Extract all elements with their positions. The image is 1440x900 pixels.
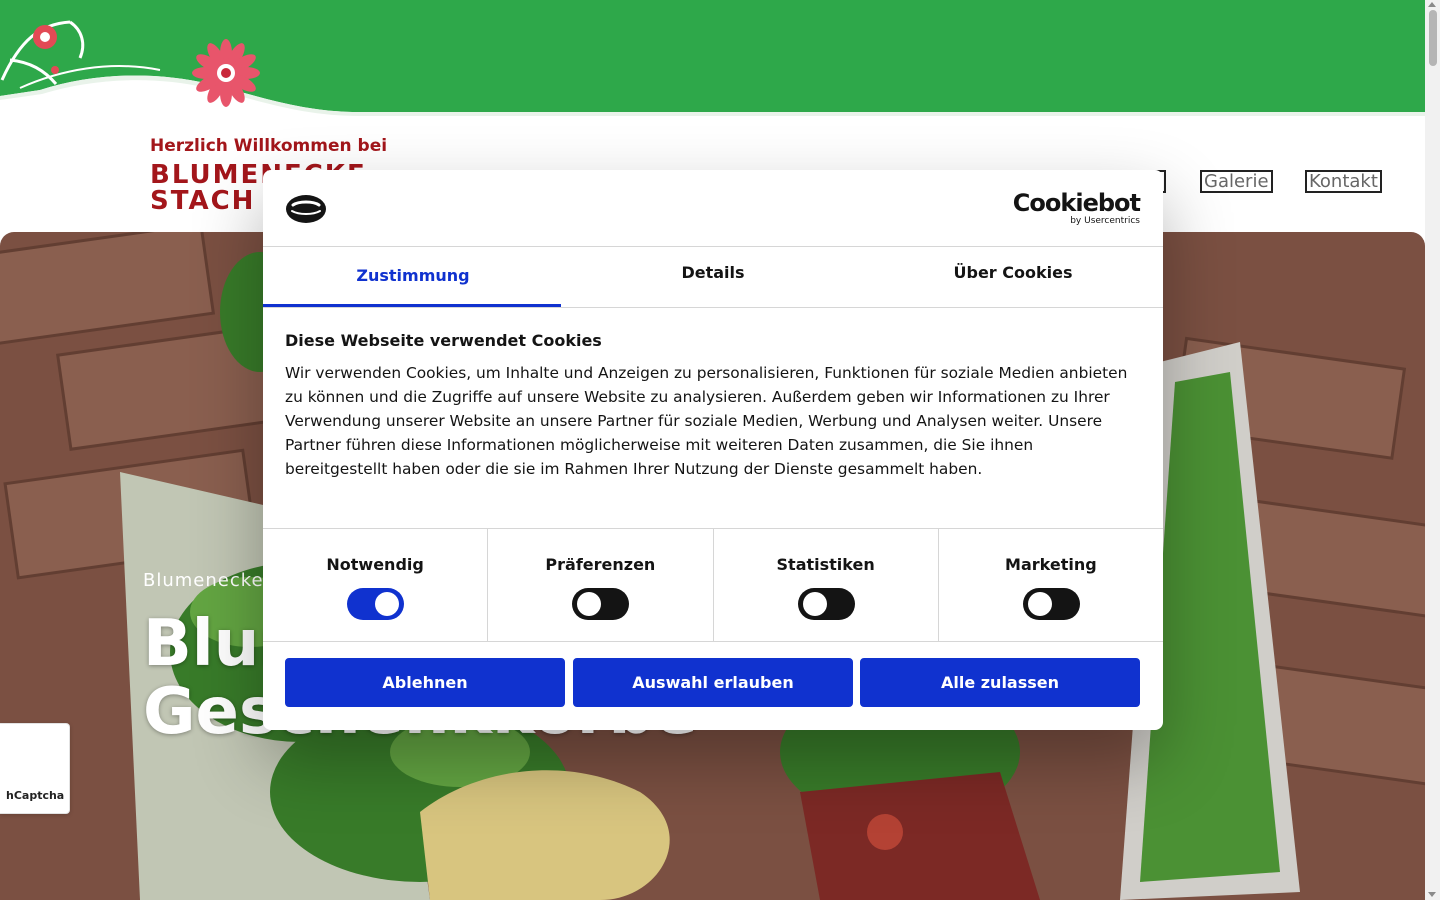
scroll-down-icon[interactable] [1428,892,1436,897]
category-label: Präferenzen [545,555,656,574]
nav-item-kontakt[interactable]: Kontakt [1305,170,1382,193]
captcha-label: hCaptcha [6,789,65,802]
category-marketing: Marketing [939,529,1163,641]
decline-button[interactable]: Ablehnen [285,658,565,707]
cookiebot-brand-name: Cookiebot [1012,189,1141,217]
cookie-dialog-heading: Diese Webseite verwendet Cookies [285,331,602,350]
cookie-dialog-header: Cookiebot by Usercentrics [263,170,1163,247]
category-notwendig: Notwendig [263,529,489,641]
cookie-dialog-text: Wir verwenden Cookies, um Inhalte und An… [285,364,1128,478]
cookiebot-brand-sub: by Usercentrics [1070,216,1140,226]
toggle-knob [577,592,602,616]
cookie-consent-dialog: Cookiebot by Usercentrics Zustimmung Det… [263,170,1163,730]
toggle-notwendig[interactable] [347,588,405,620]
cookie-categories: Notwendig Präferenzen Statistiken Market… [263,528,1163,642]
toggle-praeferenzen[interactable] [572,588,630,620]
category-praeferenzen: Präferenzen [488,529,714,641]
category-label: Statistiken [776,555,875,574]
tab-details[interactable]: Details [563,247,863,308]
toggle-statistiken[interactable] [797,588,855,620]
category-statistiken: Statistiken [714,529,939,641]
welcome-text: Herzlich Willkommen bei [150,136,388,156]
tab-ueber-cookies[interactable]: Über Cookies [863,247,1163,308]
floral-ornament-icon [0,20,260,107]
toggle-marketing[interactable] [1022,588,1080,620]
captcha-badge[interactable]: hCaptcha [0,723,70,814]
allow-selection-button[interactable]: Auswahl erlauben [573,658,853,707]
hero-kicker: Blumenecke [143,570,264,591]
category-label: Notwendig [326,555,424,574]
toggle-knob [802,592,827,616]
active-tab-indicator [263,304,561,307]
page: Herzlich Willkommen bei BLUMENECKE STACH… [0,0,1440,900]
cookiebot-logo: Cookiebot by Usercentrics [1012,189,1141,226]
tab-zustimmung[interactable]: Zustimmung [263,247,563,308]
scrollbar-thumb[interactable] [1429,10,1437,66]
allow-all-button[interactable]: Alle zulassen [860,658,1140,707]
toggle-knob [1027,592,1052,616]
toggle-knob [375,592,400,616]
nav-item-galerie[interactable]: Galerie [1200,170,1273,193]
cookie-dialog-tabs: Zustimmung Details Über Cookies [263,247,1163,308]
cookie-logo-icon [286,195,326,223]
page-scrollbar[interactable] [1425,0,1440,900]
cookie-dialog-body: Diese Webseite verwendet Cookies Wir ver… [285,330,1135,481]
category-label: Marketing [1005,555,1097,574]
scroll-up-icon[interactable] [1428,2,1436,7]
